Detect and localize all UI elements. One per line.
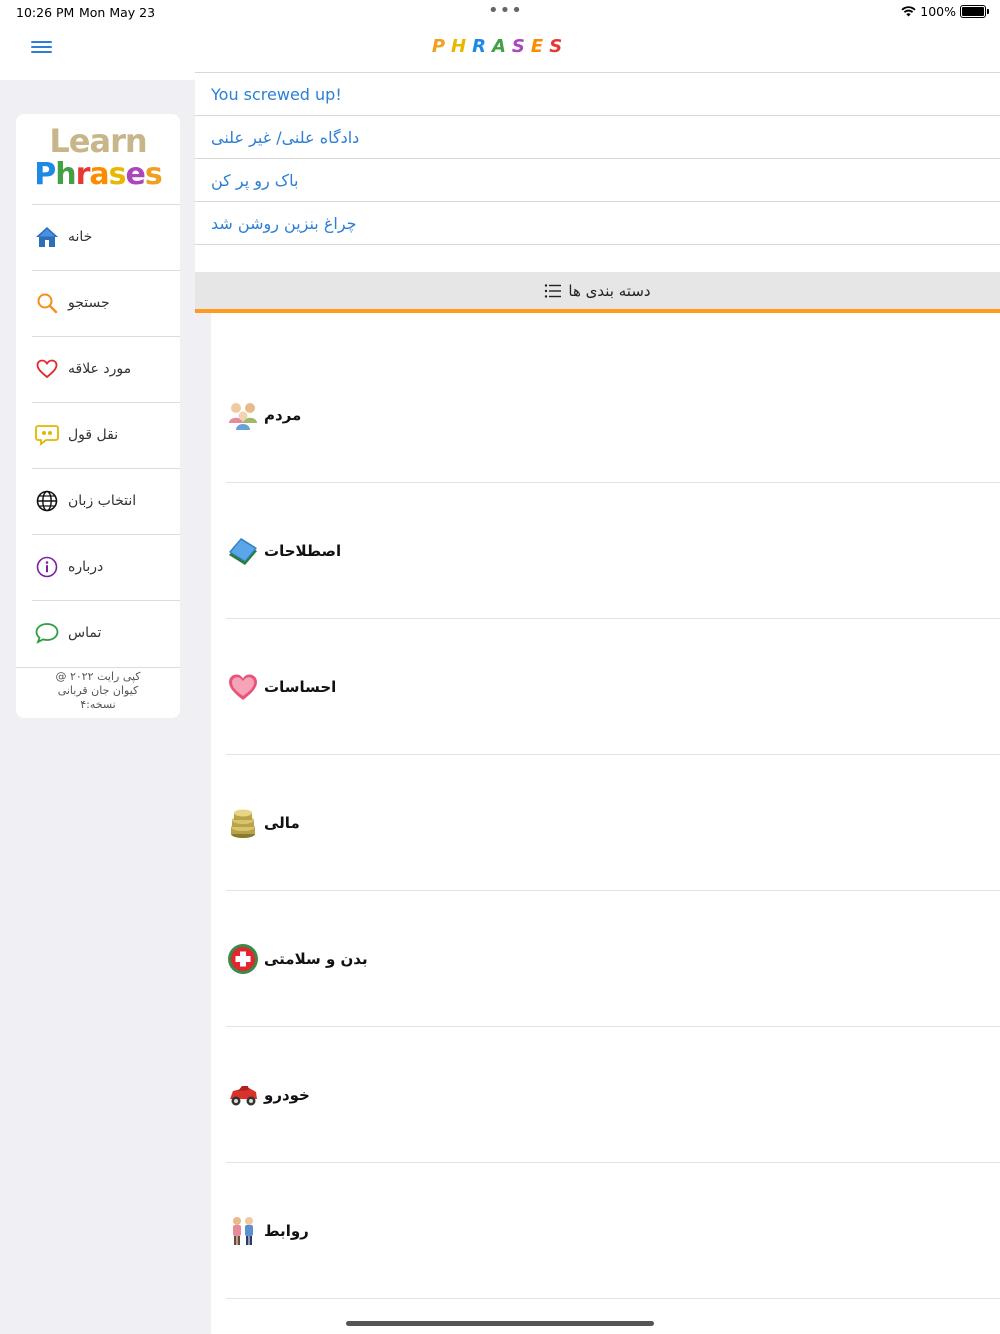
books-icon bbox=[226, 534, 260, 568]
phrase-item[interactable]: دادگاه علنی/ غیر علنی bbox=[195, 115, 1000, 158]
wifi-icon bbox=[901, 6, 916, 17]
app-title: PHRASES bbox=[0, 36, 1000, 57]
sidebar-menu: Learn Phrases خانه جستجو مورد علاقه نقل … bbox=[16, 114, 180, 718]
categories-title: دسته بندی ها bbox=[568, 281, 651, 300]
logo-letter: e bbox=[125, 157, 146, 192]
category-feelings[interactable]: احساسات bbox=[226, 619, 1000, 755]
category-health[interactable]: بدن و سلامتی bbox=[226, 891, 1000, 1027]
multitasking-dots-icon[interactable]: ••• bbox=[488, 0, 523, 21]
title-letter: S bbox=[549, 36, 569, 57]
chat-icon bbox=[34, 620, 60, 646]
status-time: 10:26 PM bbox=[16, 5, 75, 20]
navigation-bar: PHRASES bbox=[0, 24, 1000, 72]
sidebar-item-language[interactable]: انتخاب زبان bbox=[32, 468, 180, 533]
title-letter: H bbox=[451, 36, 473, 57]
version-line: نسخه:۴ bbox=[80, 698, 116, 711]
logo-letter: P bbox=[34, 157, 56, 192]
title-letter: P bbox=[431, 36, 452, 57]
learn-phrases-logo: Learn Phrases bbox=[16, 124, 180, 192]
content-gutter bbox=[195, 312, 211, 1334]
copyright-text: کپی رایت ۲۰۲۲ @ کیوان جان قربانی نسخه:۴ bbox=[16, 667, 180, 712]
status-date: Mon May 23 bbox=[79, 5, 156, 20]
sidebar-item-favorites[interactable]: مورد علاقه bbox=[32, 336, 180, 401]
categories-panel: مردم اصطلاحات احساسات مالی بدن و سلامتی … bbox=[211, 347, 1000, 1334]
category-label: روابط bbox=[264, 1221, 309, 1240]
category-label: مالی bbox=[264, 813, 300, 832]
category-idioms[interactable]: اصطلاحات bbox=[226, 483, 1000, 619]
title-letter: E bbox=[530, 36, 550, 57]
sidebar-item-label: درباره bbox=[68, 559, 104, 575]
phrase-item[interactable]: باک رو پر کن bbox=[195, 158, 1000, 201]
battery-percent: 100% bbox=[920, 4, 956, 19]
category-label: احساسات bbox=[264, 677, 337, 696]
logo-letter: s bbox=[108, 157, 127, 192]
car-icon bbox=[226, 1078, 260, 1112]
logo-letter: h bbox=[55, 157, 76, 192]
category-label: بدن و سلامتی bbox=[264, 949, 368, 968]
home-icon bbox=[34, 224, 60, 250]
phrase-item[interactable]: You screwed up! bbox=[195, 72, 1000, 115]
status-bar: 10:26 PM Mon May 23 ••• 100% bbox=[0, 0, 1000, 24]
status-right: 100% bbox=[901, 4, 989, 19]
sidebar-item-label: جستجو bbox=[68, 295, 110, 311]
category-finance[interactable]: مالی bbox=[226, 755, 1000, 891]
heart-icon bbox=[34, 356, 60, 382]
home-indicator[interactable] bbox=[346, 1321, 654, 1326]
logo-letter: a bbox=[89, 157, 109, 192]
info-icon bbox=[34, 554, 60, 580]
couple-icon bbox=[226, 1214, 260, 1248]
list-icon bbox=[545, 283, 562, 298]
author-line: کیوان جان قربانی bbox=[57, 684, 139, 697]
logo-line-2: Phrases bbox=[16, 158, 180, 192]
logo-letter: s bbox=[144, 157, 163, 192]
globe-icon bbox=[34, 488, 60, 514]
coins-icon bbox=[226, 806, 260, 840]
sidebar-item-contact[interactable]: تماس bbox=[32, 600, 180, 665]
categories-header[interactable]: دسته بندی ها bbox=[195, 272, 1000, 313]
sidebar-item-about[interactable]: درباره bbox=[32, 534, 180, 599]
sidebar-item-label: تماس bbox=[68, 625, 102, 641]
sidebar-item-label: نقل قول bbox=[68, 427, 119, 443]
sidebar-item-quotes[interactable]: نقل قول bbox=[32, 402, 180, 467]
sidebar-item-search[interactable]: جستجو bbox=[32, 270, 180, 335]
sidebar-item-home[interactable]: خانه bbox=[32, 204, 180, 269]
category-label: اصطلاحات bbox=[264, 541, 342, 560]
copyright-line: کپی رایت ۲۰۲۲ @ bbox=[55, 670, 141, 683]
category-label: مردم bbox=[264, 405, 302, 424]
category-car[interactable]: خودرو bbox=[226, 1027, 1000, 1163]
phrase-item[interactable]: چراغ بنزین روشن شد bbox=[195, 201, 1000, 245]
category-label: خودرو bbox=[264, 1085, 310, 1104]
search-icon bbox=[34, 290, 60, 316]
title-letter: A bbox=[491, 36, 512, 57]
title-letter: S bbox=[511, 36, 531, 57]
quote-icon bbox=[34, 422, 60, 448]
sidebar-item-label: مورد علاقه bbox=[68, 361, 132, 377]
battery-icon bbox=[960, 5, 989, 18]
health-cross-icon bbox=[226, 942, 260, 976]
logo-line-1: Learn bbox=[49, 122, 147, 160]
category-relationships[interactable]: روابط bbox=[226, 1163, 1000, 1299]
category-people[interactable]: مردم bbox=[226, 347, 1000, 483]
logo-letter: r bbox=[75, 157, 91, 192]
phrase-list: You screwed up! دادگاه علنی/ غیر علنی با… bbox=[195, 72, 1000, 245]
heart-box-icon bbox=[226, 670, 260, 704]
sidebar-item-label: خانه bbox=[68, 229, 93, 245]
people-icon bbox=[226, 398, 260, 432]
sidebar-item-label: انتخاب زبان bbox=[68, 493, 137, 509]
title-letter: R bbox=[472, 36, 492, 57]
